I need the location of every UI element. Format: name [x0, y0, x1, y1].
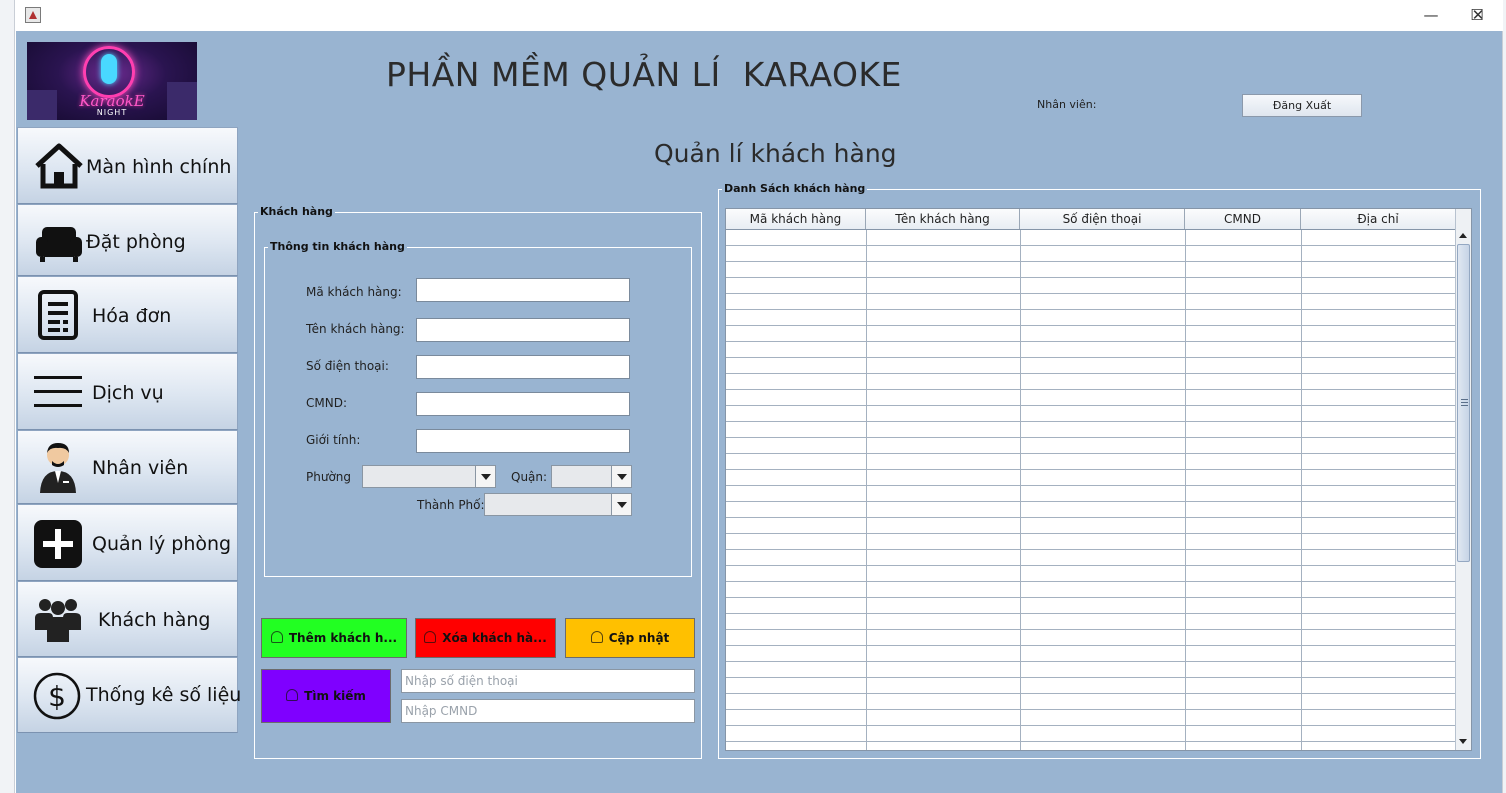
- minimize-hit: [1408, 0, 1454, 31]
- sidebar-item-home[interactable]: Màn hình chính: [17, 127, 238, 204]
- sidebar-item-label: Nhân viên: [92, 457, 189, 479]
- table-scrollbar[interactable]: [1455, 209, 1471, 750]
- column-header-idcard[interactable]: CMND: [1185, 209, 1301, 229]
- scroll-thumb[interactable]: [1457, 244, 1470, 562]
- window-titlebar: — ☐ ✕: [15, 0, 1503, 31]
- search-button[interactable]: Tìm kiếm: [261, 669, 391, 723]
- sidebar-item-label: Hóa đơn: [92, 305, 172, 327]
- column-divider: [1185, 230, 1186, 750]
- sidebar-item-staff[interactable]: Nhân viên: [17, 430, 238, 504]
- people-group-icon: [35, 599, 81, 642]
- user-icon: [270, 631, 283, 643]
- sofa-icon: [36, 227, 82, 262]
- customer-code-label: Mã khách hàng:: [306, 285, 402, 299]
- ward-select[interactable]: [362, 465, 496, 488]
- update-customer-label: Cập nhật: [608, 631, 670, 645]
- dollar-circle-icon: $: [33, 672, 81, 720]
- add-customer-button[interactable]: Thêm khách h...: [261, 618, 407, 658]
- app-title: PHẦN MỀM QUẢN LÍ KARAOKE: [386, 55, 902, 94]
- column-header-phone[interactable]: Số điện thoại: [1020, 209, 1185, 229]
- delete-customer-button[interactable]: Xóa khách hà...: [415, 618, 556, 658]
- sidebar-item-label: Khách hàng: [98, 609, 211, 631]
- app-window: — ☐ ✕ KaraokE NIGHT PHẦN MỀM QUẢN LÍ KAR…: [14, 0, 1503, 793]
- customer-list-title: Danh Sách khách hàng: [722, 182, 868, 196]
- gender-label: Giới tính:: [306, 433, 361, 447]
- sidebar-item-label: Quản lý phòng: [92, 533, 232, 555]
- logo-subtext: NIGHT: [96, 108, 128, 117]
- logout-button[interactable]: Đăng Xuất: [1242, 94, 1362, 117]
- sidebar-item-label: Màn hình chính: [86, 156, 232, 178]
- ward-label: Phường: [306, 470, 352, 484]
- section-title: Quản lí khách hàng: [654, 139, 897, 168]
- phone-search-input[interactable]: Nhập số điện thoại: [401, 669, 695, 693]
- city-label: Thành Phố:: [417, 498, 485, 512]
- sidebar-item-services[interactable]: Dịch vụ: [17, 353, 238, 430]
- sidebar-item-customers[interactable]: Khách hàng: [17, 581, 238, 657]
- customer-group-title: Khách hàng: [258, 205, 335, 219]
- microphone-icon: [101, 54, 117, 84]
- staff-label: Nhân viên:: [1037, 98, 1097, 111]
- close-button[interactable]: ✕: [1455, 0, 1501, 31]
- java-app-icon: [25, 7, 41, 23]
- customer-code-field[interactable]: [416, 278, 630, 302]
- column-divider: [866, 230, 867, 750]
- update-customer-button[interactable]: Cập nhật: [565, 618, 695, 658]
- menu-lines-icon: [34, 376, 82, 407]
- district-select[interactable]: [551, 465, 632, 488]
- column-divider: [1020, 230, 1021, 750]
- chevron-down-icon[interactable]: [611, 494, 631, 515]
- sidebar-item-statistics[interactable]: $ Thống kê số liệu: [17, 657, 242, 733]
- customer-name-field[interactable]: [416, 318, 630, 342]
- home-icon: [35, 143, 83, 189]
- column-header-address[interactable]: Địa chỉ: [1301, 209, 1456, 229]
- gender-field[interactable]: [416, 429, 630, 453]
- chevron-down-icon[interactable]: [611, 466, 631, 487]
- invoice-icon: [38, 290, 78, 340]
- sidebar-item-room-management[interactable]: Quản lý phòng: [17, 504, 238, 581]
- add-customer-label: Thêm khách h...: [288, 631, 398, 645]
- user-icon: [286, 689, 299, 701]
- sidebar-item-label: Thống kê số liệu: [86, 684, 242, 706]
- customer-name-label: Tên khách hàng:: [306, 322, 405, 336]
- column-header-name[interactable]: Tên khách hàng: [866, 209, 1020, 229]
- employee-icon: [40, 443, 76, 493]
- table-header: Mã khách hàng Tên khách hàng Số điện tho…: [726, 209, 1456, 230]
- column-header-code[interactable]: Mã khách hàng: [726, 209, 866, 229]
- table-body[interactable]: [726, 230, 1456, 750]
- karaoke-logo: KaraokE NIGHT: [27, 42, 197, 120]
- user-icon: [590, 631, 603, 643]
- id-card-field[interactable]: [416, 392, 630, 416]
- customer-table[interactable]: Mã khách hàng Tên khách hàng Số điện tho…: [725, 208, 1472, 751]
- main-content: KaraokE NIGHT PHẦN MỀM QUẢN LÍ KARAOKE N…: [16, 31, 1502, 793]
- city-select[interactable]: [484, 493, 632, 516]
- sidebar-item-label: Dịch vụ: [92, 382, 164, 404]
- scroll-up-icon[interactable]: [1456, 229, 1471, 243]
- column-divider: [1301, 230, 1302, 750]
- phone-field[interactable]: [416, 355, 630, 379]
- plus-square-icon: [34, 520, 82, 568]
- customer-info-group-title: Thông tin khách hàng: [268, 240, 407, 254]
- svg-text:$: $: [48, 680, 66, 713]
- user-icon: [424, 631, 437, 643]
- district-label: Quận:: [511, 470, 548, 484]
- phone-label: Số điện thoại:: [306, 359, 389, 373]
- scroll-down-icon[interactable]: [1456, 735, 1471, 749]
- sidebar-item-booking[interactable]: Đặt phòng: [17, 204, 238, 276]
- sidebar-item-invoice[interactable]: Hóa đơn: [17, 276, 238, 353]
- chevron-down-icon[interactable]: [475, 466, 495, 487]
- delete-customer-label: Xóa khách hà...: [442, 631, 547, 645]
- id-card-label: CMND:: [306, 396, 347, 410]
- sidebar-item-label: Đặt phòng: [86, 231, 186, 253]
- idcard-search-input[interactable]: Nhập CMND: [401, 699, 695, 723]
- grip-icon: [1461, 399, 1468, 406]
- search-button-label: Tìm kiếm: [304, 689, 366, 703]
